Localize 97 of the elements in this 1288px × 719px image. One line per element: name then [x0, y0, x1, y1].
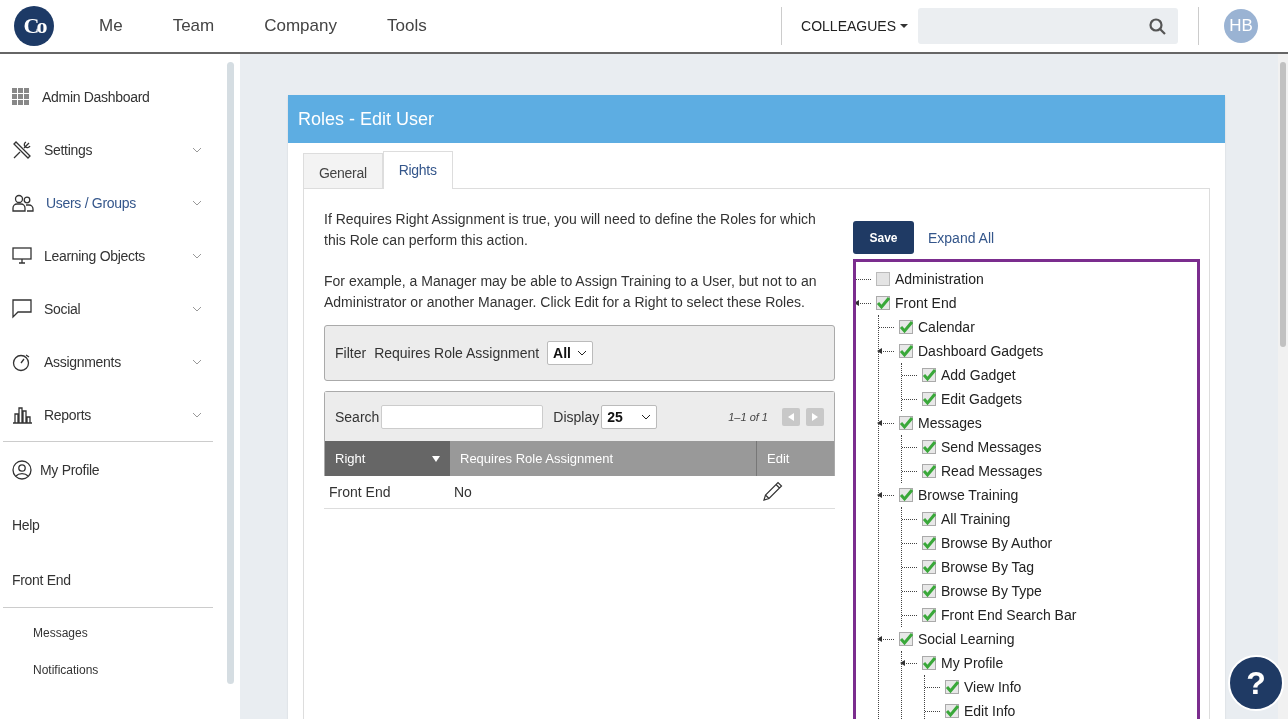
- field-label: Requires Role Assignment: [374, 345, 540, 361]
- checked-checkbox[interactable]: [922, 608, 936, 622]
- tree-item-label[interactable]: Browse Training: [918, 487, 1019, 503]
- sidebar-item[interactable]: Reports: [0, 388, 240, 441]
- checked-checkbox[interactable]: [922, 512, 936, 526]
- checked-checkbox[interactable]: [899, 320, 913, 334]
- sidebar-link[interactable]: Help: [0, 497, 240, 552]
- sidebar-sublink[interactable]: Notifications: [0, 651, 240, 688]
- expand-arrow-icon[interactable]: [877, 635, 882, 642]
- checked-checkbox[interactable]: [922, 584, 936, 598]
- chat-icon: [12, 298, 32, 319]
- nav-link[interactable]: Me: [99, 16, 123, 36]
- card-title: Roles - Edit User: [288, 95, 1225, 143]
- tree-item-label[interactable]: View Info: [964, 679, 1022, 695]
- scrollbar-thumb[interactable]: [1280, 62, 1286, 347]
- tree-item-label[interactable]: Calendar: [918, 319, 975, 335]
- tree-item-label[interactable]: Edit Gadgets: [941, 391, 1022, 407]
- checked-checkbox[interactable]: [899, 632, 913, 646]
- sidebar-item[interactable]: Settings: [0, 123, 240, 176]
- search-label: Search: [335, 408, 380, 425]
- filter-label: Filter: [335, 345, 367, 361]
- search-field[interactable]: [918, 8, 1178, 44]
- table-cell-text: No: [453, 484, 473, 500]
- expand-arrow-icon[interactable]: [856, 299, 859, 306]
- search-icon: [1149, 17, 1166, 35]
- tree-item-label[interactable]: Messages: [918, 415, 982, 431]
- checked-checkbox[interactable]: [922, 560, 936, 574]
- tools-icon: [12, 139, 32, 160]
- nav-link[interactable]: Company: [264, 16, 337, 36]
- help-text: For example, a Manager may be able to Assign Training to a User, but not to an Administrator or another Manager. Click Edit for a Right to select these Roles.: [324, 272, 818, 312]
- users-icon: [12, 193, 34, 212]
- tree-item-label[interactable]: Read Messages: [941, 463, 1043, 479]
- checked-checkbox[interactable]: [899, 344, 913, 358]
- sidebar-item[interactable]: Admin Dashboard: [0, 70, 240, 123]
- grid-icon: [12, 87, 30, 106]
- expand-arrow-icon[interactable]: [877, 419, 882, 426]
- checked-checkbox[interactable]: [922, 464, 936, 478]
- profile-icon: [12, 459, 32, 480]
- search-field[interactable]: [381, 404, 544, 429]
- sidebar-item[interactable]: Learning Objects: [0, 229, 240, 282]
- sidebar-item[interactable]: Social: [0, 282, 240, 335]
- expand-arrow-icon[interactable]: [877, 347, 882, 354]
- filter-select[interactable]: All: [547, 341, 593, 365]
- checked-checkbox[interactable]: [922, 536, 936, 550]
- chevron-icon: [641, 413, 652, 420]
- tree-item-label[interactable]: Dashboard Gadgets: [918, 343, 1044, 359]
- checked-checkbox[interactable]: [876, 296, 890, 310]
- checked-checkbox[interactable]: [922, 368, 936, 382]
- tree-item-label[interactable]: Browse By Type: [941, 583, 1042, 599]
- display-select[interactable]: 25: [601, 404, 658, 429]
- colleagues-dropdown[interactable]: COLLEAGUES: [801, 18, 908, 34]
- save-button[interactable]: Save: [853, 221, 914, 254]
- logo[interactable]: Co: [14, 6, 54, 46]
- sidebar-link[interactable]: My Profile: [0, 442, 240, 497]
- tree-item-label[interactable]: Front End Search Bar: [941, 607, 1077, 623]
- help-button[interactable]: ?: [1228, 655, 1284, 711]
- checked-checkbox[interactable]: [945, 680, 959, 694]
- tree-item-label[interactable]: Browse By Author: [941, 535, 1053, 551]
- nav-link[interactable]: Team: [172, 16, 215, 36]
- checkbox[interactable]: [876, 272, 890, 286]
- expand-arrow-icon[interactable]: [900, 659, 905, 666]
- tree-item-label[interactable]: Administration: [895, 271, 984, 287]
- checked-checkbox[interactable]: [899, 416, 913, 430]
- column-header[interactable]: Right: [325, 441, 450, 476]
- expand-all-link[interactable]: Expand All: [928, 229, 995, 246]
- checked-checkbox[interactable]: [922, 440, 936, 454]
- sidebar-sublink[interactable]: Messages: [0, 614, 240, 651]
- checked-checkbox[interactable]: [899, 488, 913, 502]
- sidebar-item[interactable]: Users / Groups: [0, 176, 240, 229]
- tab[interactable]: Rights: [382, 151, 453, 189]
- tree-item-label[interactable]: Send Messages: [941, 439, 1042, 455]
- checked-checkbox[interactable]: [922, 392, 936, 406]
- checked-checkbox[interactable]: [922, 656, 936, 670]
- tree-item-label[interactable]: Edit Info: [964, 703, 1016, 719]
- sidebar-link[interactable]: Front End: [0, 552, 240, 607]
- tree-item-label[interactable]: Add Gadget: [941, 367, 1016, 383]
- caret-icon: [900, 24, 908, 28]
- checked-checkbox[interactable]: [945, 704, 959, 718]
- nav-link[interactable]: Tools: [386, 16, 427, 36]
- sidebar-item[interactable]: Assignments: [0, 335, 240, 388]
- expand-arrow-icon[interactable]: [877, 491, 882, 498]
- display-label: Display: [553, 408, 600, 425]
- table-cell-text: Front End: [328, 484, 392, 500]
- tree-item-label[interactable]: Front End: [895, 295, 957, 311]
- next-button[interactable]: [806, 407, 824, 426]
- help-text: If Requires Right Assignment is true, you will need to define the Roles for which this Role can perform this action.: [324, 210, 817, 250]
- tab[interactable]: General: [303, 153, 383, 188]
- chevron-icon: [577, 350, 587, 356]
- tree-item-label[interactable]: Browse By Tag: [941, 559, 1035, 575]
- pager-text: 1–1 of 1: [728, 410, 768, 423]
- previous-button[interactable]: [782, 407, 800, 426]
- scrollbar-thumb[interactable]: [227, 62, 234, 684]
- tree-item-label[interactable]: All Training: [941, 511, 1011, 527]
- monitor-icon: [12, 246, 32, 265]
- bar-chart-icon: [12, 405, 32, 424]
- tree-item-label[interactable]: My Profile: [941, 655, 1004, 671]
- tree-item-label[interactable]: Social Learning: [918, 631, 1015, 647]
